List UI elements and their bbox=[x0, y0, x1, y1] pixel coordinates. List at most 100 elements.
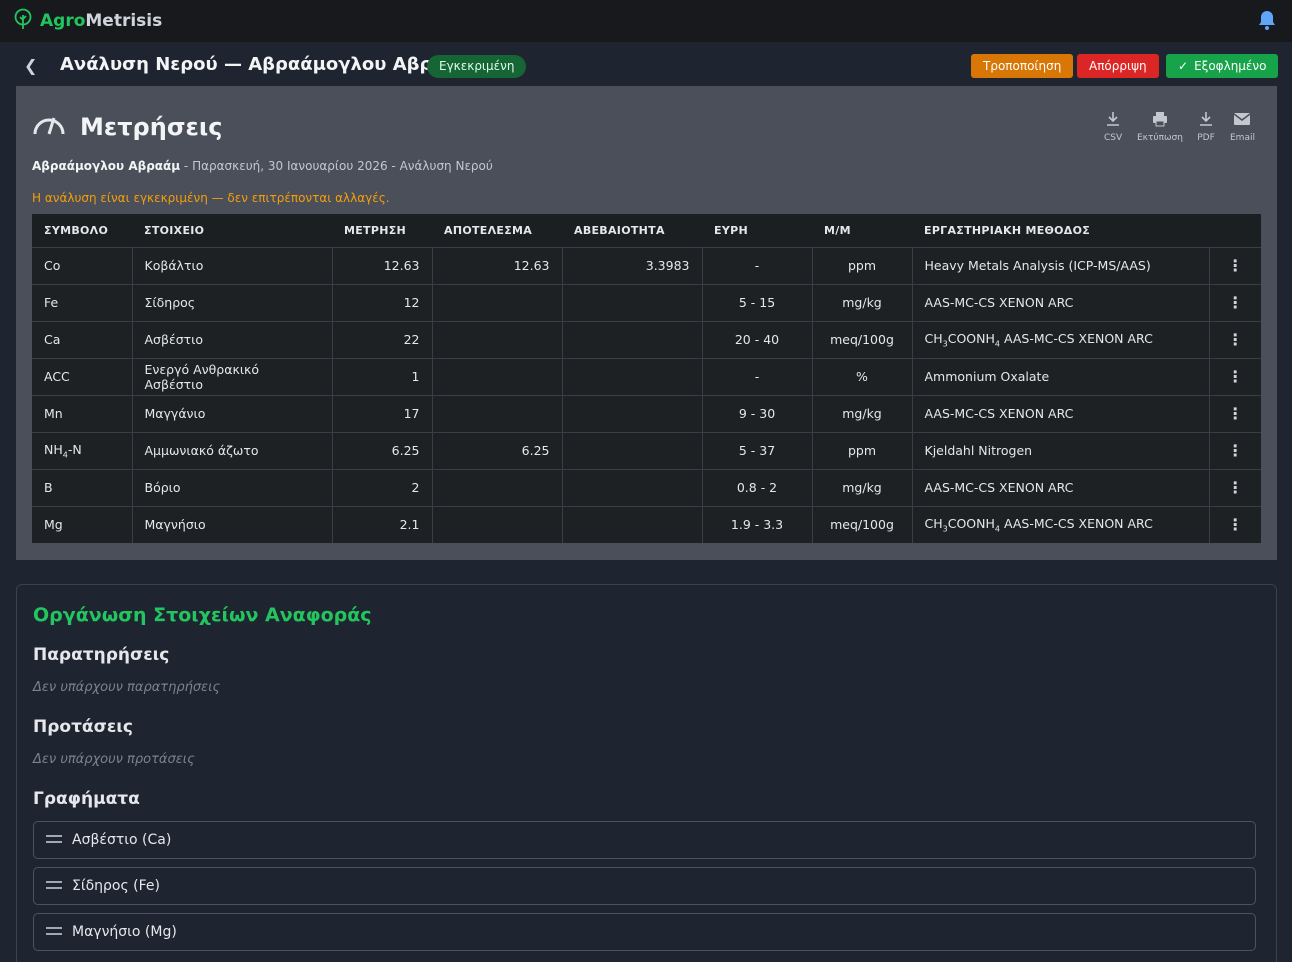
cell-unit: ppm bbox=[812, 246, 913, 284]
cell-uncertainty: 3.3983 bbox=[562, 246, 703, 284]
cell-symbol: Mg bbox=[32, 505, 133, 543]
row-menu-icon[interactable]: ⋮ bbox=[1209, 431, 1261, 469]
cell-unit: % bbox=[812, 357, 913, 395]
cell-measurement: 17 bbox=[332, 394, 433, 432]
measurements-heading: Μετρήσεις bbox=[32, 112, 222, 142]
chart-item-label: Μαγνήσιο (Mg) bbox=[72, 924, 177, 940]
drag-handle-icon[interactable] bbox=[46, 832, 62, 848]
chart-item[interactable]: Σίδηρος (Fe) bbox=[33, 867, 1256, 905]
col-result[interactable]: ΑΠΟΤΕΛΕΣΜΑ bbox=[432, 214, 562, 247]
csv-export-button[interactable]: CSV bbox=[1104, 110, 1122, 143]
col-symbol[interactable]: ΣΥΜΒΟΛΟ bbox=[32, 214, 132, 247]
charts-heading: Γραφήματα bbox=[33, 789, 140, 809]
table-row[interactable]: B Βόριο 2 0.8 - 2 mg/kg AAS-MC-CS XENON ARC ⋮ bbox=[32, 468, 1261, 506]
chart-item-label: Σίδηρος (Fe) bbox=[72, 878, 160, 894]
cell-result: 12.63 bbox=[432, 246, 563, 284]
row-menu-icon[interactable]: ⋮ bbox=[1209, 246, 1261, 284]
cell-result bbox=[432, 320, 563, 358]
cell-result bbox=[432, 468, 563, 506]
cell-unit: meq/100g bbox=[812, 320, 913, 358]
cell-method: Kjeldahl Nitrogen bbox=[912, 431, 1210, 469]
chart-item[interactable]: Μαγνήσιο (Mg) bbox=[33, 913, 1256, 951]
cell-range: 5 - 37 bbox=[702, 431, 813, 469]
col-method[interactable]: ΕΡΓΑΣΤΗΡΙΑΚΗ ΜΕΘΟΔΟΣ bbox=[912, 214, 1209, 247]
chart-item[interactable]: Ασβέστιο (Ca) bbox=[33, 821, 1256, 859]
col-element[interactable]: ΣΤΟΙΧΕΙΟ bbox=[132, 214, 332, 247]
app-logo[interactable]: Agro Metrisis bbox=[12, 8, 162, 35]
table-row[interactable]: ACC Ενεργό Ανθρακικό Ασβέστιο 1 -% Ammonium … bbox=[32, 357, 1261, 395]
drag-handle-icon[interactable] bbox=[46, 878, 62, 894]
observations-heading: Παρατηρήσεις bbox=[33, 645, 170, 665]
drag-handle-icon[interactable] bbox=[46, 924, 62, 940]
cell-method: AAS-MC-CS XENON ARC bbox=[912, 283, 1210, 321]
cell-uncertainty bbox=[562, 394, 703, 432]
cell-unit: meq/100g bbox=[812, 505, 913, 543]
customer-name: Αβραάμογλου Αβραάμ bbox=[32, 159, 181, 173]
status-badge: Εγκεκριμένη bbox=[427, 55, 527, 78]
cell-result bbox=[432, 394, 563, 432]
csv-label: CSV bbox=[1104, 133, 1123, 143]
email-button[interactable]: Email bbox=[1230, 110, 1255, 143]
cell-method: AAS-MC-CS XENON ARC bbox=[912, 468, 1210, 506]
suggestions-empty: Δεν υπάρχουν προτάσεις bbox=[33, 752, 195, 767]
row-menu-icon[interactable]: ⋮ bbox=[1209, 394, 1261, 432]
col-unit[interactable]: Μ/Μ bbox=[812, 214, 912, 247]
cell-element: Μαγγάνιο bbox=[132, 394, 333, 432]
check-icon: ✓ bbox=[1178, 59, 1189, 73]
print-button[interactable]: Εκτύπωση bbox=[1137, 110, 1183, 143]
gauge-icon bbox=[32, 112, 66, 142]
table-row[interactable]: Ca Ασβέστιο 22 20 - 40 meq/100g CH3COONH4 AAS… bbox=[32, 320, 1261, 358]
row-menu-icon[interactable]: ⋮ bbox=[1209, 357, 1261, 395]
reject-button[interactable]: Απόρριψη bbox=[1077, 54, 1159, 78]
cell-element: Βόριο bbox=[132, 468, 333, 506]
table-row[interactable]: Co Κοβάλτιο 12.63 12.63 3.3983- ppm Heavy Meta… bbox=[32, 246, 1261, 284]
chart-item-label: Ασβέστιο (Ca) bbox=[72, 832, 172, 848]
table-row[interactable]: Mg Μαγνήσιο 2.1 1.9 - 3.3 meq/100g CH3COONH4 … bbox=[32, 505, 1261, 543]
observations-empty: Δεν υπάρχουν παρατηρήσεις bbox=[33, 680, 221, 695]
cell-range: - bbox=[702, 357, 813, 395]
cell-uncertainty bbox=[562, 320, 703, 358]
row-menu-icon[interactable]: ⋮ bbox=[1209, 468, 1261, 506]
table-row[interactable]: NH4-N Αμμωνιακό άζωτο 6.25 6.25 5 - 37 ppm Kje… bbox=[32, 431, 1261, 469]
cell-symbol: ACC bbox=[32, 357, 133, 395]
row-menu-icon[interactable]: ⋮ bbox=[1209, 320, 1261, 358]
table-header-row: ΣΥΜΒΟΛΟ ΣΤΟΙΧΕΙΟ ΜΕΤΡΗΣΗ ΑΠΟΤΕΛΕΣΜΑ ΑΒΕΒ… bbox=[32, 214, 1261, 247]
suggestions-heading: Προτάσεις bbox=[33, 717, 134, 737]
col-measurement[interactable]: ΜΕΤΡΗΣΗ bbox=[332, 214, 432, 247]
cell-method: AAS-MC-CS XENON ARC bbox=[912, 394, 1210, 432]
cell-range: 20 - 40 bbox=[702, 320, 813, 358]
bell-icon[interactable] bbox=[1256, 9, 1278, 35]
cell-symbol: B bbox=[32, 468, 133, 506]
page-header: ❮ Ανάλυση Νερού — Αβραάμογλου Αβραάμ Εγκ… bbox=[0, 42, 1292, 88]
cell-result bbox=[432, 505, 563, 543]
cell-range: 9 - 30 bbox=[702, 394, 813, 432]
table-row[interactable]: Mn Μαγγάνιο 17 9 - 30 mg/kg AAS-MC-CS XENON A… bbox=[32, 394, 1261, 432]
cell-element: Κοβάλτιο bbox=[132, 246, 333, 284]
cell-uncertainty bbox=[562, 431, 703, 469]
cell-unit: ppm bbox=[812, 431, 913, 469]
cell-unit: mg/kg bbox=[812, 468, 913, 506]
cell-result: 6.25 bbox=[432, 431, 563, 469]
back-arrow-icon[interactable]: ❮ bbox=[24, 56, 37, 75]
cell-symbol: Fe bbox=[32, 283, 133, 321]
cell-uncertainty bbox=[562, 505, 703, 543]
pdf-export-button[interactable]: PDF bbox=[1197, 110, 1215, 143]
cell-symbol: Ca bbox=[32, 320, 133, 358]
col-range[interactable]: ΕΥΡΗ bbox=[702, 214, 812, 247]
row-menu-icon[interactable]: ⋮ bbox=[1209, 505, 1261, 543]
cell-range: 0.8 - 2 bbox=[702, 468, 813, 506]
cell-element: Μαγνήσιο bbox=[132, 505, 333, 543]
row-menu-icon[interactable]: ⋮ bbox=[1209, 283, 1261, 321]
table-row[interactable]: Fe Σίδηρος 12 5 - 15 mg/kg AAS-MC-CS XENON AR… bbox=[32, 283, 1261, 321]
locked-warning: Η ανάλυση είναι εγκεκριμένη — δεν επιτρέ… bbox=[32, 191, 390, 205]
cell-range: 5 - 15 bbox=[702, 283, 813, 321]
cell-unit: mg/kg bbox=[812, 283, 913, 321]
download-icon bbox=[1197, 110, 1215, 133]
modify-button[interactable]: Τροποποίηση bbox=[971, 54, 1074, 78]
top-bar: Agro Metrisis bbox=[0, 0, 1292, 42]
cell-uncertainty bbox=[562, 357, 703, 395]
paid-button[interactable]: ✓ Εξοφλημένο bbox=[1166, 54, 1279, 78]
download-icon bbox=[1104, 110, 1122, 133]
col-uncertainty[interactable]: ΑΒΕΒΑΙΟΤΗΤΑ bbox=[562, 214, 702, 247]
cell-range: - bbox=[702, 246, 813, 284]
